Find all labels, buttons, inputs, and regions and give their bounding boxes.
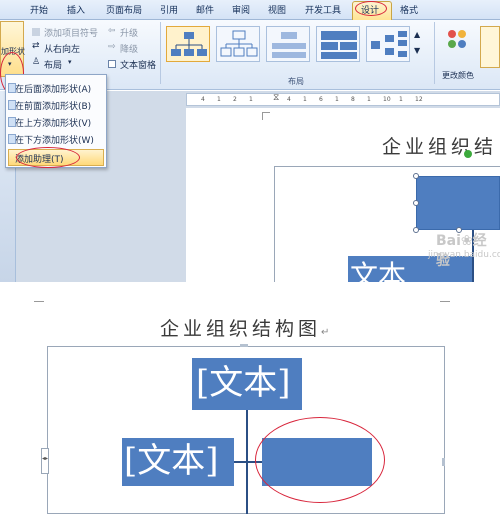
demote-icon: ⇨ bbox=[108, 42, 116, 52]
layout-thumb-outline[interactable] bbox=[216, 26, 260, 62]
shape-above-icon bbox=[8, 117, 16, 127]
menu-item-add-above[interactable]: 在上方添加形状(V) bbox=[8, 116, 92, 129]
gallery-more-icon[interactable]: ▼ bbox=[414, 46, 420, 55]
tab-format[interactable]: 格式 bbox=[400, 3, 418, 16]
ribbon-tab-bar: 开始 插入 页面布局 引用 邮件 审阅 视图 开发工具 设计 格式 bbox=[0, 0, 500, 20]
org-chart-icon bbox=[171, 32, 207, 56]
table-hierarchy-icon bbox=[321, 31, 357, 59]
promote-button[interactable]: 升级 bbox=[120, 26, 138, 39]
color-palette-icon[interactable] bbox=[444, 26, 470, 52]
ribbon-separator bbox=[434, 22, 435, 84]
promote-icon: ⇦ bbox=[108, 26, 116, 36]
word-window-top: 开始 插入 页面布局 引用 邮件 审阅 视图 开发工具 设计 格式 加形状 ▾ … bbox=[0, 0, 500, 282]
horizontal-hierarchy-icon bbox=[371, 31, 407, 57]
text-pane-button[interactable]: 文本窗格 bbox=[120, 58, 156, 71]
layout-icon: ♙ bbox=[32, 57, 41, 67]
tab-mailings[interactable]: 邮件 bbox=[196, 3, 214, 16]
resize-handle[interactable] bbox=[413, 200, 419, 206]
text-pane-toggle[interactable]: ◂▸ bbox=[41, 448, 49, 474]
page-corner-mark bbox=[34, 296, 44, 302]
tab-developer[interactable]: 开发工具 bbox=[305, 3, 341, 16]
add-bullet-button[interactable]: 添加项目符号 bbox=[44, 26, 98, 39]
horizontal-ruler[interactable]: 4 1 2 1 4 1 6 1 8 1 10 1 12 ⧖ bbox=[186, 93, 500, 106]
ruler-tick: 4 bbox=[287, 96, 291, 103]
ruler-tick: 1 bbox=[217, 96, 221, 103]
watermark-url: jingyan.baidu.com bbox=[428, 250, 500, 260]
tab-view[interactable]: 视图 bbox=[268, 3, 286, 16]
shape-text: [文本] bbox=[196, 363, 291, 403]
frame-grip[interactable] bbox=[240, 344, 248, 347]
left-assistant-shape[interactable]: [文本] bbox=[122, 438, 234, 486]
layout-thumb-hierarchy[interactable] bbox=[266, 26, 310, 62]
menu-item-add-before[interactable]: 在前面添加形状(B) bbox=[8, 99, 92, 112]
menu-item-label: 在上方添加形状(V) bbox=[15, 119, 92, 129]
tab-page-layout[interactable]: 页面布局 bbox=[106, 3, 142, 16]
group-label-layout: 布局 bbox=[288, 77, 304, 86]
annotation-circle-new-shape bbox=[255, 417, 385, 503]
shape-before-icon bbox=[8, 100, 16, 110]
tab-references[interactable]: 引用 bbox=[160, 3, 178, 16]
top-shape[interactable]: [文本] bbox=[192, 358, 302, 410]
layout-thumb-table[interactable] bbox=[316, 26, 360, 62]
ruler-tick: 12 bbox=[415, 96, 423, 103]
right-to-left-icon: ⇄ bbox=[32, 41, 40, 51]
layout-chevron-icon: ▾ bbox=[68, 58, 72, 66]
resize-handle[interactable] bbox=[413, 173, 419, 179]
document-page-bottom: 企业组织结构图↵ ◂▸ [文本] [文本] bbox=[0, 282, 500, 514]
layout-button[interactable]: 布局 bbox=[44, 58, 62, 71]
indent-marker-icon[interactable]: ⧖ bbox=[273, 93, 279, 103]
gallery-scroll-up-icon[interactable]: ▲ bbox=[414, 30, 420, 39]
annotation-circle-add-assistant bbox=[16, 147, 80, 168]
change-colors-button[interactable]: 更改颜色 bbox=[442, 70, 474, 81]
text-pane-icon bbox=[108, 60, 116, 68]
ruler-tick: 1 bbox=[399, 96, 403, 103]
right-to-left-button[interactable]: 从右向左 bbox=[44, 42, 80, 55]
menu-item-label: 在前面添加形状(B) bbox=[15, 102, 92, 112]
page-corner-mark bbox=[262, 112, 270, 120]
shape-text: 文本 bbox=[350, 259, 407, 282]
tab-review[interactable]: 审阅 bbox=[232, 3, 250, 16]
smartart-style-thumb[interactable] bbox=[480, 26, 500, 68]
rotate-handle[interactable] bbox=[464, 150, 472, 158]
frame-grip[interactable] bbox=[442, 458, 445, 466]
annotation-circle-design-tab bbox=[355, 1, 387, 16]
ruler-tick: 4 bbox=[201, 96, 205, 103]
title-text: 企业组织结构图 bbox=[160, 318, 322, 340]
ruler-tick: 2 bbox=[233, 96, 237, 103]
ruler-tick: 1 bbox=[303, 96, 307, 103]
demote-button[interactable]: 降级 bbox=[120, 42, 138, 55]
shape-after-icon bbox=[8, 83, 16, 93]
resize-handle[interactable] bbox=[413, 227, 419, 233]
shape-below-icon bbox=[8, 134, 16, 144]
paragraph-mark: ↵ bbox=[321, 327, 330, 338]
ruler-tick: 1 bbox=[367, 96, 371, 103]
page-corner-mark bbox=[440, 296, 450, 302]
menu-item-label: 在下方添加形状(W) bbox=[15, 136, 94, 146]
document-title: 企业组织结 bbox=[382, 136, 498, 158]
bullet-icon bbox=[32, 28, 40, 36]
ruler-tick: 6 bbox=[319, 96, 323, 103]
ruler-tick: 10 bbox=[383, 96, 391, 103]
menu-item-add-below[interactable]: 在下方添加形状(W) bbox=[8, 133, 94, 146]
ruler-tick: 8 bbox=[351, 96, 355, 103]
expand-arrow-icon: ◂▸ bbox=[42, 455, 49, 462]
menu-item-label: 在后面添加形状(A) bbox=[15, 85, 92, 95]
ruler-tick: 1 bbox=[249, 96, 253, 103]
layout-thumb-org-chart[interactable] bbox=[166, 26, 210, 62]
shape-text: [文本] bbox=[124, 441, 219, 481]
ruler-tick: 1 bbox=[335, 96, 339, 103]
org-chart-outline-icon bbox=[220, 30, 258, 57]
tab-home[interactable]: 开始 bbox=[30, 3, 48, 16]
hierarchy-icon bbox=[272, 32, 306, 58]
add-shape-dropdown-menu: 在后面添加形状(A) 在前面添加形状(B) 在上方添加形状(V) 在下方添加形状… bbox=[5, 74, 107, 168]
tab-insert[interactable]: 插入 bbox=[67, 3, 85, 16]
selected-shape[interactable] bbox=[416, 176, 500, 230]
document-title: 企业组织结构图↵ bbox=[160, 314, 329, 341]
layout-thumb-horizontal[interactable] bbox=[366, 26, 410, 62]
menu-item-add-after[interactable]: 在后面添加形状(A) bbox=[8, 82, 92, 95]
ribbon-separator bbox=[160, 22, 161, 84]
